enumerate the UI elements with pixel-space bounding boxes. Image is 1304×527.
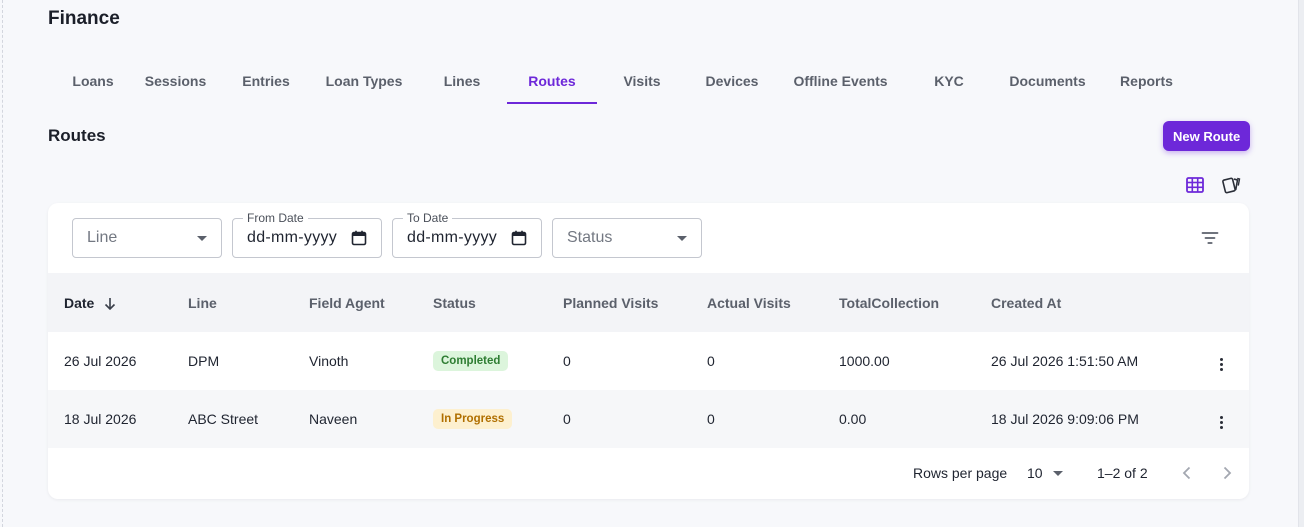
cell-total-collection: 1000.00: [839, 353, 890, 369]
column-header-date[interactable]: Date: [48, 273, 172, 332]
page-scrollbar[interactable]: [1298, 0, 1304, 527]
from-date-value: dd-mm-yyyy: [247, 229, 338, 246]
table-view-button[interactable]: [1181, 172, 1209, 198]
pagination: Rows per page 10 1–2 of 2: [48, 458, 1249, 488]
tab-sessions[interactable]: Sessions: [130, 58, 221, 104]
nav-tabs: Loans Sessions Entries Loan Types Lines Route…: [56, 58, 1192, 106]
filter-bar: Line From Date dd-mm-yyyy To Date dd-mm-…: [48, 203, 1249, 273]
table-grid-icon: [1186, 177, 1204, 193]
cell-status: In Progress: [417, 390, 547, 448]
tab-kyc[interactable]: KYC: [904, 58, 994, 104]
more-vertical-icon[interactable]: [1214, 412, 1229, 433]
filter-lines-icon: [1201, 232, 1219, 244]
view-toggle: [1181, 172, 1245, 198]
cell-actual-visits: 0: [707, 411, 715, 427]
to-date-field[interactable]: To Date dd-mm-yyyy: [392, 211, 542, 258]
line-select[interactable]: Line: [72, 218, 222, 258]
card-view-button[interactable]: [1217, 172, 1245, 198]
column-header-actual-visits[interactable]: Actual Visits: [691, 273, 823, 332]
tab-offline-events[interactable]: Offline Events: [777, 58, 904, 104]
cell-total-collection: 0.00: [839, 411, 867, 427]
cell-date: 18 Jul 2026: [64, 411, 137, 427]
rows-per-page-select[interactable]: 10: [1027, 461, 1063, 485]
page-left-edge: [2, 0, 3, 527]
column-header-planned-visits[interactable]: Planned Visits: [547, 273, 691, 332]
cell-field-agent: Naveen: [309, 411, 358, 427]
filter-button[interactable]: [1199, 227, 1221, 249]
table-header-row: Date Line Field Agent Status Planned Vis…: [48, 273, 1249, 332]
previous-page-button[interactable]: [1176, 462, 1198, 484]
routes-card: Line From Date dd-mm-yyyy To Date dd-mm-…: [48, 203, 1249, 499]
tab-loans[interactable]: Loans: [56, 58, 130, 104]
cards-icon: [1222, 177, 1241, 194]
tab-routes[interactable]: Routes: [507, 58, 597, 104]
chevron-down-icon: [1052, 470, 1063, 476]
new-route-button[interactable]: New Route: [1163, 121, 1251, 151]
to-date-label: To Date: [403, 211, 453, 225]
from-date-field[interactable]: From Date dd-mm-yyyy: [232, 211, 382, 258]
cell-created-at: 26 Jul 2026 1:51:50 AM: [991, 353, 1139, 369]
chevron-down-icon: [197, 236, 207, 241]
status-select[interactable]: Status: [552, 218, 702, 258]
cell-created-at: 18 Jul 2026 9:09:06 PM: [991, 411, 1139, 427]
column-header-total-collection[interactable]: TotalCollection: [823, 273, 975, 332]
section-title: Routes: [48, 126, 106, 145]
cell-status: Completed: [417, 332, 547, 390]
calendar-icon[interactable]: [351, 230, 367, 246]
cell-planned-visits: 0: [563, 353, 571, 369]
status-badge: In Progress: [433, 409, 513, 429]
column-header-field-agent[interactable]: Field Agent: [293, 273, 417, 332]
pagination-range: 1–2 of 2: [1097, 465, 1148, 481]
tab-devices[interactable]: Devices: [687, 58, 777, 104]
column-header-line[interactable]: Line: [172, 273, 293, 332]
cell-line: DPM: [188, 353, 220, 369]
cell-planned-visits: 0: [563, 411, 571, 427]
calendar-icon[interactable]: [511, 230, 527, 246]
status-badge: Completed: [433, 351, 509, 371]
tab-documents[interactable]: Documents: [994, 58, 1101, 104]
tab-visits[interactable]: Visits: [597, 58, 687, 104]
to-date-value: dd-mm-yyyy: [407, 229, 498, 246]
chevron-right-icon: [1223, 466, 1232, 480]
table-row[interactable]: 18 Jul 2026 ABC Street Naveen In Progres…: [48, 390, 1249, 448]
cell-field-agent: Vinoth: [309, 353, 349, 369]
tab-reports[interactable]: Reports: [1101, 58, 1192, 104]
arrow-down-icon: [105, 297, 116, 310]
next-page-button[interactable]: [1216, 462, 1238, 484]
cell-actual-visits: 0: [707, 353, 715, 369]
chevron-left-icon: [1182, 466, 1191, 480]
cell-date: 26 Jul 2026: [64, 353, 137, 369]
app-title: Finance: [48, 8, 120, 29]
column-header-actions: [1185, 273, 1249, 332]
column-header-status[interactable]: Status: [417, 273, 547, 332]
rows-per-page-label: Rows per page: [913, 465, 1008, 481]
cell-actions: [1185, 332, 1249, 390]
chevron-down-icon: [677, 236, 687, 241]
more-vertical-icon[interactable]: [1214, 354, 1229, 375]
tab-loan-types[interactable]: Loan Types: [311, 58, 417, 104]
status-select-placeholder: Status: [567, 229, 613, 246]
cell-actions: [1185, 390, 1249, 448]
table-row[interactable]: 26 Jul 2026 DPM Vinoth Completed 0 0 100…: [48, 332, 1249, 390]
from-date-label: From Date: [243, 211, 308, 225]
tab-lines[interactable]: Lines: [417, 58, 507, 104]
tab-entries[interactable]: Entries: [221, 58, 311, 104]
routes-table: Date Line Field Agent Status Planned Vis…: [48, 273, 1249, 448]
column-header-created-at[interactable]: Created At: [975, 273, 1185, 332]
rows-per-page-value: 10: [1027, 465, 1043, 481]
cell-line: ABC Street: [188, 411, 259, 427]
line-select-placeholder: Line: [87, 229, 118, 246]
